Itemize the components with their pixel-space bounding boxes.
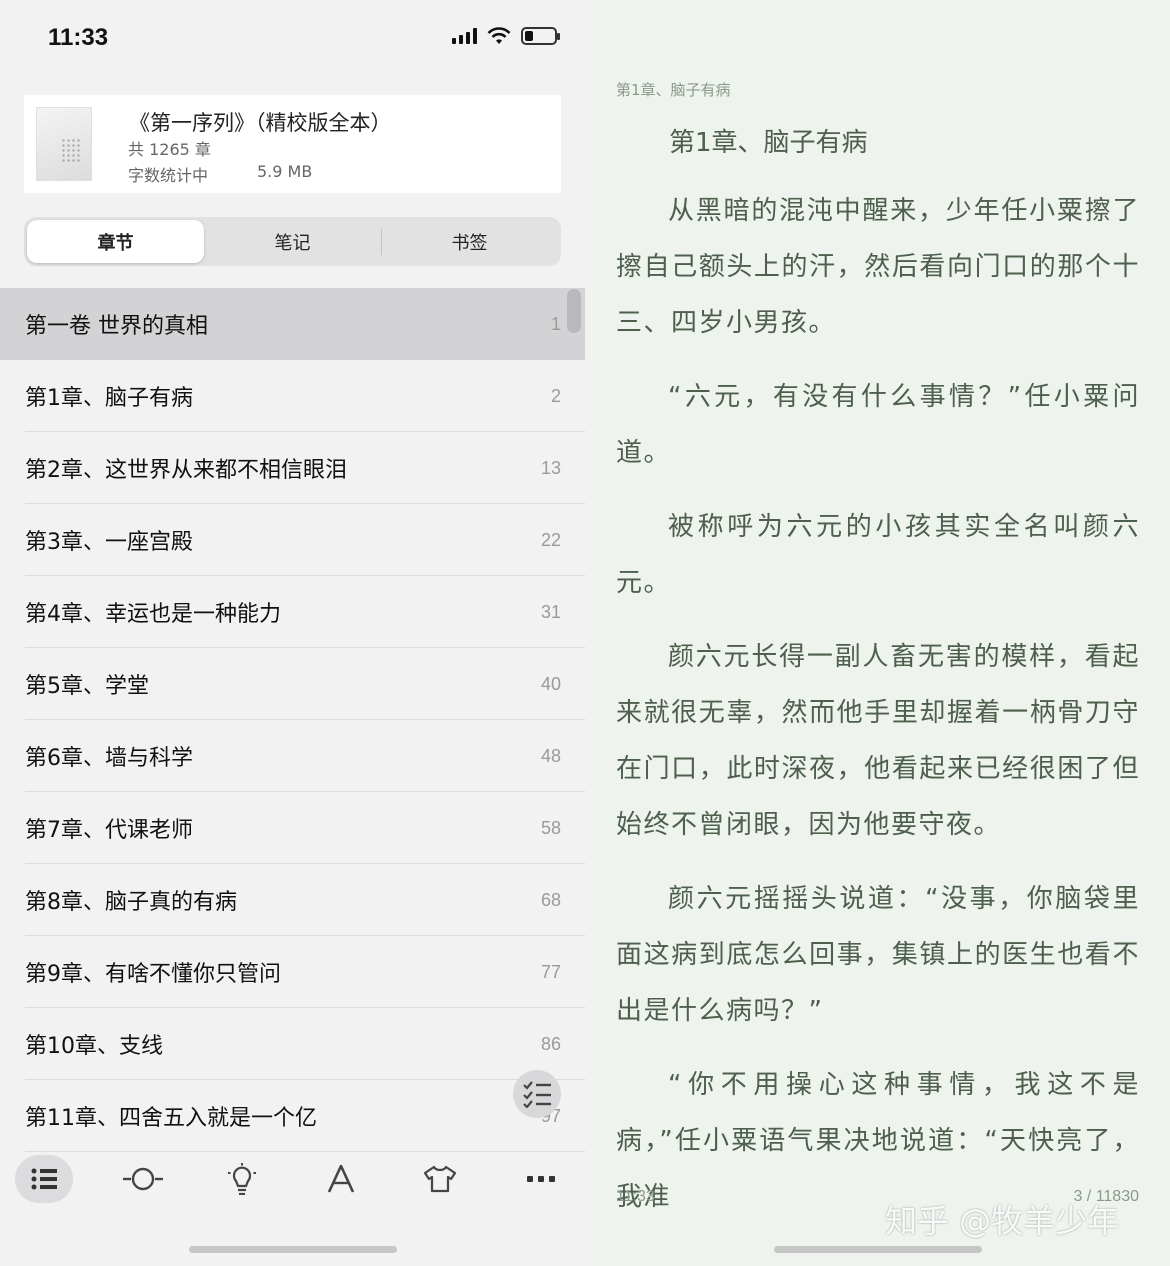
toc-chapter-title: 第3章、一座宫殿 xyxy=(25,530,193,555)
book-cover xyxy=(36,107,92,181)
signal-icon xyxy=(452,28,477,44)
toc-button[interactable] xyxy=(15,1155,73,1203)
more-button[interactable] xyxy=(512,1155,570,1203)
reader-panel[interactable]: 第1章、脑子有病 第1章、脑子有病 从黑暗的混沌中醒来，少年任小粟擦了擦自己额头… xyxy=(585,0,1170,1266)
toc-chapter-row[interactable]: 第5章、学堂 40 xyxy=(0,648,585,720)
wifi-icon xyxy=(487,27,511,44)
toc-page-number: 1 xyxy=(550,313,561,334)
toc-chapter-row[interactable]: 第7章、代课老师 58 xyxy=(0,792,585,864)
toc-chapter-title: 第8章、脑子真的有病 xyxy=(25,890,237,915)
toc-chapter-title: 第7章、代课老师 xyxy=(25,818,193,843)
status-bar: 11:33 xyxy=(0,0,585,72)
toc-page-number: 40 xyxy=(540,673,561,694)
brightness-button[interactable] xyxy=(213,1155,271,1203)
toc-chapter-title: 第一卷 世界的真相 xyxy=(25,314,208,339)
tab-notes[interactable]: 笔记 xyxy=(204,220,381,263)
toc-volume-row[interactable]: 第一卷 世界的真相 1 xyxy=(0,288,585,360)
reader-toolbar xyxy=(0,1145,585,1215)
brightness-icon xyxy=(228,1163,256,1195)
home-indicator xyxy=(189,1246,397,1253)
checklist-button[interactable] xyxy=(513,1070,561,1118)
watermark: 知乎 @牧羊少年 xyxy=(885,1202,1120,1240)
font-icon xyxy=(327,1165,355,1193)
reader-chapter-title: 第1章、脑子有病 xyxy=(669,128,868,158)
toc-chapter-row[interactable]: 第2章、这世界从来都不相信眼泪 13 xyxy=(0,432,585,504)
toc-page-number: 86 xyxy=(540,1033,561,1054)
list-scrollbar[interactable] xyxy=(567,289,581,333)
list-icon xyxy=(31,1168,57,1190)
toc-page-number: 58 xyxy=(540,817,561,838)
home-indicator xyxy=(774,1246,982,1253)
book-file-size: 5.9 MB xyxy=(257,162,313,181)
toc-chapter-row[interactable]: 第9章、有啥不懂你只管问 77 xyxy=(0,936,585,1008)
book-info-card: 《第一序列》（精校版全本） 共 1265 章 字数统计中 5.9 MB xyxy=(24,95,561,193)
reader-running-header: 第1章、脑子有病 xyxy=(616,81,731,99)
more-icon xyxy=(527,1176,555,1182)
tab-bookmarks[interactable]: 书签 xyxy=(381,220,558,263)
toc-chapter-title: 第11章、四舍五入就是一个亿 xyxy=(25,1106,317,1131)
toc-chapter-row[interactable]: 第6章、墙与科学 48 xyxy=(0,720,585,792)
toc-page-number: 48 xyxy=(540,745,561,766)
reader-paragraph: 被称呼为六元的小孩其实全名叫颜六元。 xyxy=(616,512,1140,598)
status-time: 11:33 xyxy=(48,24,109,51)
chapter-list: 第一卷 世界的真相 1 第1章、脑子有病 2 第2章、这世界从来都不相信眼泪 13 第3章、… xyxy=(0,288,585,1152)
toc-page-number: 77 xyxy=(540,961,561,982)
toc-chapter-title: 第1章、脑子有病 xyxy=(25,386,193,411)
reader-paragraph: 颜六元长得一副人畜无害的模样，看起来就很无辜，然而他手里却握着一柄骨刀守在门口，… xyxy=(616,642,1140,840)
toc-chapter-title: 第5章、学堂 xyxy=(25,674,149,699)
reader-paragraph: 从黑暗的混沌中醒来，少年任小粟擦了擦自己额头上的汗，然后看向门口的那个十三、四岁… xyxy=(616,196,1140,338)
reader-paragraph: “六元，有没有什么事情？”任小粟问道。 xyxy=(616,382,1140,468)
toc-chapter-row[interactable]: 第4章、幸运也是一种能力 31 xyxy=(0,576,585,648)
toc-chapter-row[interactable]: 第8章、脑子真的有病 68 xyxy=(0,864,585,936)
toc-page-number: 31 xyxy=(540,601,561,622)
toc-chapter-row[interactable]: 第10章、支线 86 xyxy=(0,1008,585,1080)
toc-chapter-title: 第6章、墙与科学 xyxy=(25,746,193,771)
checklist-icon xyxy=(523,1081,551,1108)
book-word-count: 字数统计中 xyxy=(128,166,209,185)
toc-page-number: 22 xyxy=(540,529,561,550)
toc-page-number: 13 xyxy=(540,457,561,478)
reader-paragraph: 颜六元摇摇头说道：“没事，你脑袋里面这病到底怎么回事，集镇上的医生也看不出是什么… xyxy=(616,884,1140,1026)
toc-chapter-title: 第10章、支线 xyxy=(25,1034,163,1059)
toc-chapter-row[interactable]: 第11章、四舍五入就是一个亿 97 xyxy=(0,1080,585,1152)
theme-button[interactable] xyxy=(411,1155,469,1203)
toc-chapter-title: 第4章、幸运也是一种能力 xyxy=(25,602,281,627)
battery-icon xyxy=(521,27,560,45)
toc-panel: 11:33 《第一序列》（精校版全本） 共 1265 章 字数统计中 5.9 M… xyxy=(0,0,585,1266)
font-button[interactable] xyxy=(312,1155,370,1203)
reader-body-text: 从黑暗的混沌中醒来，少年任小粟擦了擦自己额头上的汗，然后看向门口的那个十三、四岁… xyxy=(616,183,1140,1243)
toc-chapter-row[interactable]: 第3章、一座宫殿 22 xyxy=(0,504,585,576)
toc-chapter-title: 第2章、这世界从来都不相信眼泪 xyxy=(25,458,347,483)
toc-page-number: 68 xyxy=(540,889,561,910)
toc-segmented-control: 章节 笔记 书签 xyxy=(24,217,561,266)
book-title: 《第一序列》（精校版全本） xyxy=(129,111,392,135)
progress-slider-icon xyxy=(123,1167,163,1191)
theme-shirt-icon xyxy=(423,1165,457,1193)
reader-clock: 11:33 xyxy=(616,1188,655,1205)
book-chapter-count: 共 1265 章 xyxy=(128,140,211,159)
toc-chapter-title: 第9章、有啥不懂你只管问 xyxy=(25,962,281,987)
tab-chapters[interactable]: 章节 xyxy=(27,220,204,263)
toc-chapter-row[interactable]: 第1章、脑子有病 2 xyxy=(0,360,585,432)
progress-button[interactable] xyxy=(114,1155,172,1203)
toc-page-number: 2 xyxy=(550,385,561,406)
